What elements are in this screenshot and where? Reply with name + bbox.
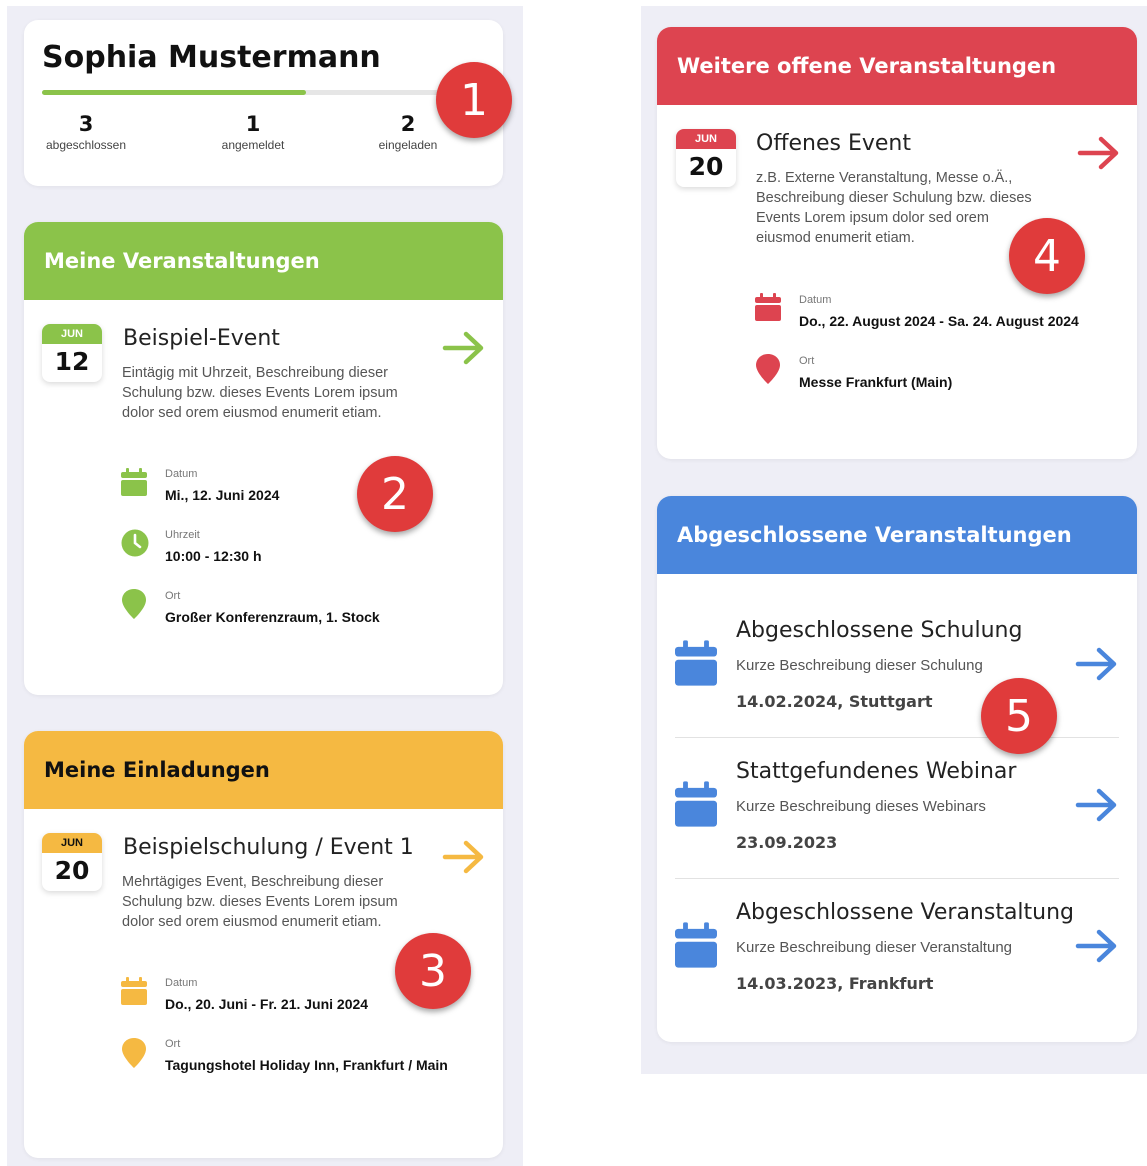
calendar-icon <box>675 780 717 828</box>
description-line: Eintägig mit Uhrzeit, Beschreibung diese… <box>122 365 388 381</box>
description-line: Schulung bzw. dieses Events Lorem ipsum <box>122 894 398 910</box>
event-title[interactable]: Beispiel-Event <box>123 326 280 351</box>
calendar-icon <box>121 977 147 1005</box>
completed-item-title[interactable]: Abgeschlossene Schulung <box>736 618 1022 643</box>
location-pin-icon <box>122 589 146 619</box>
divider <box>675 737 1119 738</box>
annotation-badge-2: 2 <box>357 456 433 532</box>
stat-completed-value: 3 <box>78 112 94 136</box>
date-badge-day: 20 <box>688 152 724 181</box>
completed-item-description: Kurze Beschreibung dieser Schulung <box>736 657 983 674</box>
annotation-badge-4: 4 <box>1009 218 1085 294</box>
arrow-right-icon[interactable] <box>1075 787 1119 823</box>
date-badge-day: 12 <box>54 347 90 376</box>
completed-item-description: Kurze Beschreibung dieser Veranstaltung <box>736 939 1013 956</box>
arrow-right-icon[interactable] <box>442 330 486 366</box>
date-badge: JUN 12 <box>42 324 102 382</box>
place-label: Ort <box>165 590 181 602</box>
completed-item-meta: 14.03.2023, Frankfurt <box>736 974 934 993</box>
invitations-header: Meine Einladungen <box>24 731 503 809</box>
place-value: Großer Konferenzraum, 1. Stock <box>165 609 380 625</box>
stat-invited-label: eingeladen <box>378 138 438 152</box>
event-title[interactable]: Offenes Event <box>756 131 911 156</box>
arrow-right-icon[interactable] <box>1075 646 1119 682</box>
stat-registered-value: 1 <box>245 112 261 136</box>
arrow-right-icon[interactable] <box>1075 928 1119 964</box>
my-events-header: Meine Veranstaltungen <box>24 222 503 300</box>
description-line: Events Lorem ipsum dolor sed orem <box>756 210 989 226</box>
stat-completed-label: abgeschlossen <box>45 138 127 152</box>
location-pin-icon <box>122 1038 146 1068</box>
completed-item-title[interactable]: Stattgefundenes Webinar <box>736 759 1016 784</box>
completed-item-description: Kurze Beschreibung dieses Webinars <box>736 798 986 815</box>
description-line: Beschreibung dieser Schulung bzw. dieses <box>756 190 1032 206</box>
completed-item-meta: 14.02.2024, Stuttgart <box>736 692 933 711</box>
arrow-right-icon[interactable] <box>442 839 486 875</box>
date-badge-month: JUN <box>42 324 102 344</box>
annotation-badge-5: 5 <box>981 678 1057 754</box>
completed-events-header: Abgeschlossene Veranstaltungen <box>657 496 1137 574</box>
date-badge: JUN 20 <box>42 833 102 891</box>
description-line: z.B. Externe Veranstaltung, Messe o.Ä., <box>756 170 1013 186</box>
date-value: Mi., 12. Juni 2024 <box>165 487 280 503</box>
event-description: Eintägig mit Uhrzeit, Beschreibung diese… <box>122 363 398 423</box>
description-line: Schulung bzw. dieses Events Lorem ipsum <box>122 385 398 401</box>
arrow-right-icon[interactable] <box>1077 135 1121 171</box>
place-label: Ort <box>799 355 815 367</box>
open-events-header: Weitere offene Veranstaltungen <box>657 27 1137 105</box>
completed-item-meta: 23.09.2023 <box>736 833 838 852</box>
time-label: Uhrzeit <box>165 529 200 541</box>
date-badge: JUN 20 <box>676 129 736 187</box>
calendar-icon <box>755 293 781 321</box>
annotation-badge-3: 3 <box>395 933 471 1009</box>
event-description: z.B. Externe Veranstaltung, Messe o.Ä., … <box>756 168 1032 248</box>
time-value: 10:00 - 12:30 h <box>165 548 262 564</box>
completed-events-card: Abgeschlossene Veranstaltungen Abgeschlo… <box>657 496 1137 1042</box>
my-events-card: Meine Veranstaltungen JUN 12 Beispiel-Ev… <box>24 222 503 695</box>
profile-card: Sophia Mustermann 3 abgeschlossen 1 ange… <box>24 20 503 186</box>
divider <box>675 878 1119 879</box>
place-label: Ort <box>165 1038 181 1050</box>
date-badge-month: JUN <box>42 833 102 853</box>
date-badge-day: 20 <box>54 856 90 885</box>
description-line: Mehrtägiges Event, Beschreibung dieser <box>122 874 384 890</box>
calendar-icon <box>675 639 717 687</box>
date-badge-month: JUN <box>676 129 736 149</box>
stat-registered-label: angemeldet <box>221 138 285 152</box>
date-value: Do., 22. August 2024 - Sa. 24. August 20… <box>799 313 1079 329</box>
annotation-badge-1: 1 <box>436 62 512 138</box>
calendar-icon <box>121 468 147 496</box>
event-title[interactable]: Beispielschulung / Event 1 <box>123 835 414 860</box>
description-line: eiusmod enumerit etiam. <box>756 230 915 246</box>
place-value: Messe Frankfurt (Main) <box>799 374 953 390</box>
profile-name: Sophia Mustermann <box>42 40 381 75</box>
description-line: dolor sed orem eiusmod enumerit etiam. <box>122 405 382 421</box>
progress-bar <box>42 90 482 95</box>
date-label: Datum <box>799 294 832 306</box>
stat-registered: 1 angemeldet <box>193 112 313 152</box>
description-line: dolor sed orem eiusmod enumerit etiam. <box>122 914 382 930</box>
date-label: Datum <box>165 468 198 480</box>
location-pin-icon <box>756 354 780 384</box>
completed-item-title[interactable]: Abgeschlossene Veranstaltung <box>736 900 1074 925</box>
date-label: Datum <box>165 977 198 989</box>
progress-fill <box>42 90 306 95</box>
event-description: Mehrtägiges Event, Beschreibung dieser S… <box>122 872 398 932</box>
stat-completed: 3 abgeschlossen <box>26 112 146 152</box>
place-value: Tagungshotel Holiday Inn, Frankfurt / Ma… <box>165 1057 448 1073</box>
clock-icon <box>121 529 149 557</box>
date-value: Do., 20. Juni - Fr. 21. Juni 2024 <box>165 996 369 1012</box>
calendar-icon <box>675 921 717 969</box>
